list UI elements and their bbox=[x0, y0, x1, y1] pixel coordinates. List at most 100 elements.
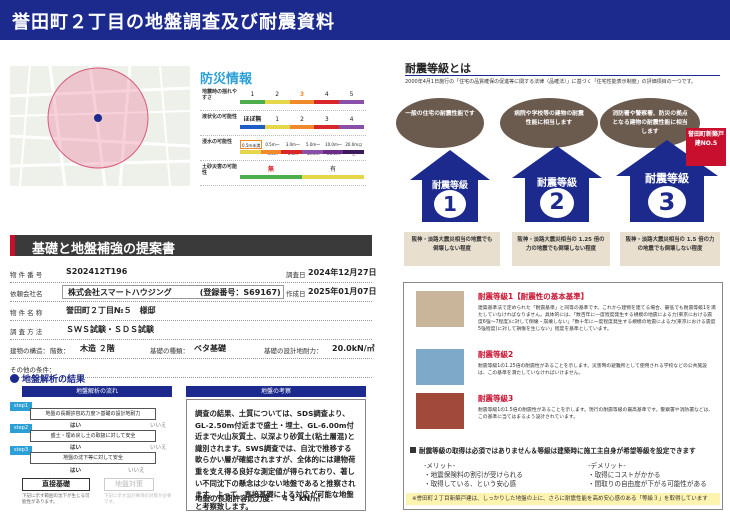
info-row: 物 件 番 号 S202412T196 調査日 2024年12月27日 bbox=[10, 264, 377, 283]
grade-number: 3 bbox=[648, 186, 686, 218]
info-key: 基礎の設計地耐力： bbox=[264, 347, 323, 355]
flow-yes: はい bbox=[70, 423, 82, 429]
level-title: 耐震等級2 bbox=[478, 350, 514, 359]
info-value: 株式会社スマートハウジング (登録番号：S69167) bbox=[62, 285, 284, 299]
bubble-grade1: 一般の住宅の耐震性能です bbox=[396, 98, 484, 148]
level3-block: 耐震等級3 耐震等級1の1.5倍の耐震性があることを示します。現行の耐震等級の最… bbox=[416, 393, 716, 433]
square-bullet-icon bbox=[410, 447, 416, 453]
info-row: 依頼会社名 株式会社スマートハウジング (登録番号：S69167) 作成日 202… bbox=[10, 283, 377, 302]
scale-num: 1 bbox=[250, 91, 255, 98]
title-underline bbox=[405, 75, 720, 76]
bousai-label: 土砂災害の可能性 bbox=[202, 164, 238, 176]
info-row: 調 査 方 法 ＳＷＳ試験・ＳＤＳ試験 bbox=[10, 321, 372, 340]
scale-num: ほぼ無 bbox=[243, 116, 262, 123]
police-photo bbox=[416, 393, 464, 429]
info-value: ＳＷＳ試験・ＳＤＳ試験 bbox=[66, 325, 154, 334]
taishin-title: 耐震等級とは bbox=[405, 62, 471, 75]
step-label: step3 bbox=[10, 446, 32, 455]
color-bar bbox=[240, 175, 364, 179]
school-photo bbox=[416, 349, 464, 385]
result-direct-foundation: 直接基礎 bbox=[22, 478, 90, 491]
bousai-row-ekijouka: 液状化の可能性 ほぼ無 1 2 3 4 bbox=[200, 111, 366, 136]
house-label: 耐震等級 bbox=[537, 178, 577, 189]
info-key: 階数： bbox=[50, 347, 70, 355]
bousai-row-shinsui: 浸水の可能性 0.5m未満0.5m〜3.0m 3.0m〜5.0m 5.0m〜10.0… bbox=[200, 136, 366, 161]
grade-number: 2 bbox=[540, 188, 574, 218]
info-key: 建物の構造： bbox=[10, 347, 49, 355]
map-drawing bbox=[10, 66, 190, 186]
scale-num: 5 bbox=[349, 91, 354, 98]
flow-yes: はい bbox=[70, 445, 82, 451]
scale-num: 2 bbox=[275, 91, 280, 98]
kiso-title-bar: 基礎と地盤補強の提案書 bbox=[10, 235, 372, 257]
page-title: 誉田町２丁目の地盤調査及び耐震資料 bbox=[12, 12, 335, 33]
grade3-description: 阪神・淡路大震災相当の 1.5 倍の力の地震でも倒壊しない程度 bbox=[620, 232, 720, 266]
info-key: 物 件 番 号 bbox=[10, 271, 43, 279]
location-map bbox=[10, 66, 190, 186]
bousai-label: 浸水の可能性 bbox=[202, 139, 233, 145]
house-label: 耐震等級 bbox=[645, 172, 689, 185]
level-text: 耐震等級1の1.25倍の耐震性があることを示します。災害時の避難所として使用され… bbox=[478, 364, 707, 376]
flow-note-1: 下記に示す範囲の沈下が生じる可能性があります。 bbox=[22, 494, 90, 505]
property-badge: 誉田町新築戸建NO.5 bbox=[686, 128, 726, 166]
bousai-scale: 1 2 3 4 5 bbox=[240, 90, 364, 108]
accent-bar bbox=[10, 235, 15, 256]
level-text: 建築基準法で定められた「耐震基準」と同等の基準です。これから建物を建てる場合、最… bbox=[478, 306, 716, 332]
result-ground-improvement: 地盤対策 bbox=[104, 478, 154, 491]
house-grade2: 耐震等級 2 bbox=[512, 146, 602, 222]
info-row: 物 件 名 称 誉田町２丁目№５ 様邸 bbox=[10, 302, 372, 321]
registration-no: (登録番号：S69167) bbox=[199, 288, 281, 297]
info-row: 建物の構造： 階数： 木造 ２階 基礎の種類： ベタ基礎 基礎の設計地耐力： 2… bbox=[10, 340, 375, 359]
grade1-description: 阪神・淡路大震災相当の地震でも倒壊しない程度 bbox=[404, 232, 500, 266]
info-key: 作成日 bbox=[286, 290, 306, 298]
bousai-title: 防災情報 bbox=[200, 72, 253, 87]
flow-note-2: 下記に示す設計事項の対策が必要です。 bbox=[104, 494, 172, 505]
flow-box-2: 盛土・埋め戻し土の取扱に対して安全 bbox=[30, 430, 156, 442]
info-value: 2025年01月07日 bbox=[308, 287, 377, 296]
color-bar bbox=[240, 150, 365, 154]
kaiseki-title: 地盤解析の結果 bbox=[22, 375, 86, 385]
info-value: 20.0kN/㎡ bbox=[332, 344, 375, 353]
level1-block: 耐震等級1【耐震性の基本基準】 建築基準法で定められた「耐震基準」と同等の基準で… bbox=[416, 291, 716, 343]
info-key: 基礎の種類： bbox=[150, 347, 189, 355]
scale-num: 20.0m以上 bbox=[345, 142, 363, 156]
levels-box: 耐震等級1【耐震性の基本基準】 建築基準法で定められた「耐震基準」と同等の基準で… bbox=[403, 282, 723, 510]
grade-number: 1 bbox=[434, 190, 466, 218]
grade2-description: 阪神・淡路大震災相当の 1.25 倍の力の地震でも倒壊しない程度 bbox=[512, 232, 610, 266]
color-bar bbox=[240, 100, 364, 104]
info-value: 2024年12月27日 bbox=[308, 268, 377, 277]
bousai-scale: 0.5m未満0.5m〜3.0m 3.0m〜5.0m 5.0m〜10.0m 10.0m〜… bbox=[240, 140, 365, 158]
header-bar: 誉田町２丁目の地盤調査及び耐震資料 bbox=[0, 0, 730, 40]
kiso-title: 基礎と地盤補強の提案書 bbox=[32, 242, 176, 257]
level2-block: 耐震等級2 耐震等級1の1.25倍の耐震性があることを示します。災害時の避難所と… bbox=[416, 349, 716, 389]
bousai-table: 地震時の揺れやすさ 1 2 3 4 5 液状化の可能性 ほぼ無 1 2 3 4 浸水の可能性 0… bbox=[200, 86, 366, 186]
merit-headline-text: 耐震等級の取得は必須ではありません＆等級は建築時に施工主自身が希望等級を設定でき… bbox=[419, 447, 696, 455]
exam-box: 調査の結果、土質については、SDS調査より、GL-2.50m付近まで盛土・埋土、… bbox=[186, 399, 366, 511]
step-label: step1 bbox=[10, 402, 32, 411]
scale-num: 0.5m未満 bbox=[240, 140, 263, 149]
scale-num: 3.0m〜5.0m bbox=[285, 142, 300, 156]
flow-box-3: 地盤の沈下等に対して安全 bbox=[30, 452, 156, 464]
flow-header: 地盤解析の流れ bbox=[22, 386, 172, 397]
scale-num: 0.5m〜3.0m bbox=[265, 142, 280, 156]
bousai-row-yure: 地震時の揺れやすさ 1 2 3 4 5 bbox=[200, 86, 366, 111]
flow-no: いいえ bbox=[150, 423, 167, 429]
house-grade1: 耐震等級 1 bbox=[410, 150, 490, 222]
property-info-table: 物 件 番 号 S202412T196 調査日 2024年12月27日 依頼会社… bbox=[10, 264, 377, 378]
merit-headline: 耐震等級の取得は必須ではありません＆等級は建築時に施工主自身が希望等級を設定でき… bbox=[410, 446, 696, 456]
info-value: ベタ基礎 bbox=[194, 344, 226, 353]
level-title: 耐震等級1【耐震性の基本基準】 bbox=[478, 292, 589, 301]
info-key: 依頼会社名 bbox=[10, 290, 43, 298]
taishin-description: 2000年4月1日施行の「住宅の品質確保の促進等に関する法律（品確法）」に基づく… bbox=[405, 79, 697, 85]
level-title: 耐震等級3 bbox=[478, 394, 514, 403]
bubble-grade2: 病院や学校等の建物の耐震性能に相当します bbox=[500, 98, 598, 148]
info-value: 木造 ２階 bbox=[80, 344, 115, 353]
info-key: 物 件 名 称 bbox=[10, 309, 43, 317]
scale-num: 有 bbox=[329, 166, 336, 173]
scale-num: 4 bbox=[349, 116, 354, 123]
flow-no: いいえ bbox=[150, 445, 167, 451]
level-text: 耐震等級1の1.5倍の耐震性があることを示します。現行の耐震等級の最高基準です。… bbox=[478, 408, 714, 420]
scale-num: 3 bbox=[324, 116, 329, 123]
exam-header: 地盤の考察 bbox=[186, 386, 366, 397]
scale-num: 4 bbox=[324, 91, 329, 98]
